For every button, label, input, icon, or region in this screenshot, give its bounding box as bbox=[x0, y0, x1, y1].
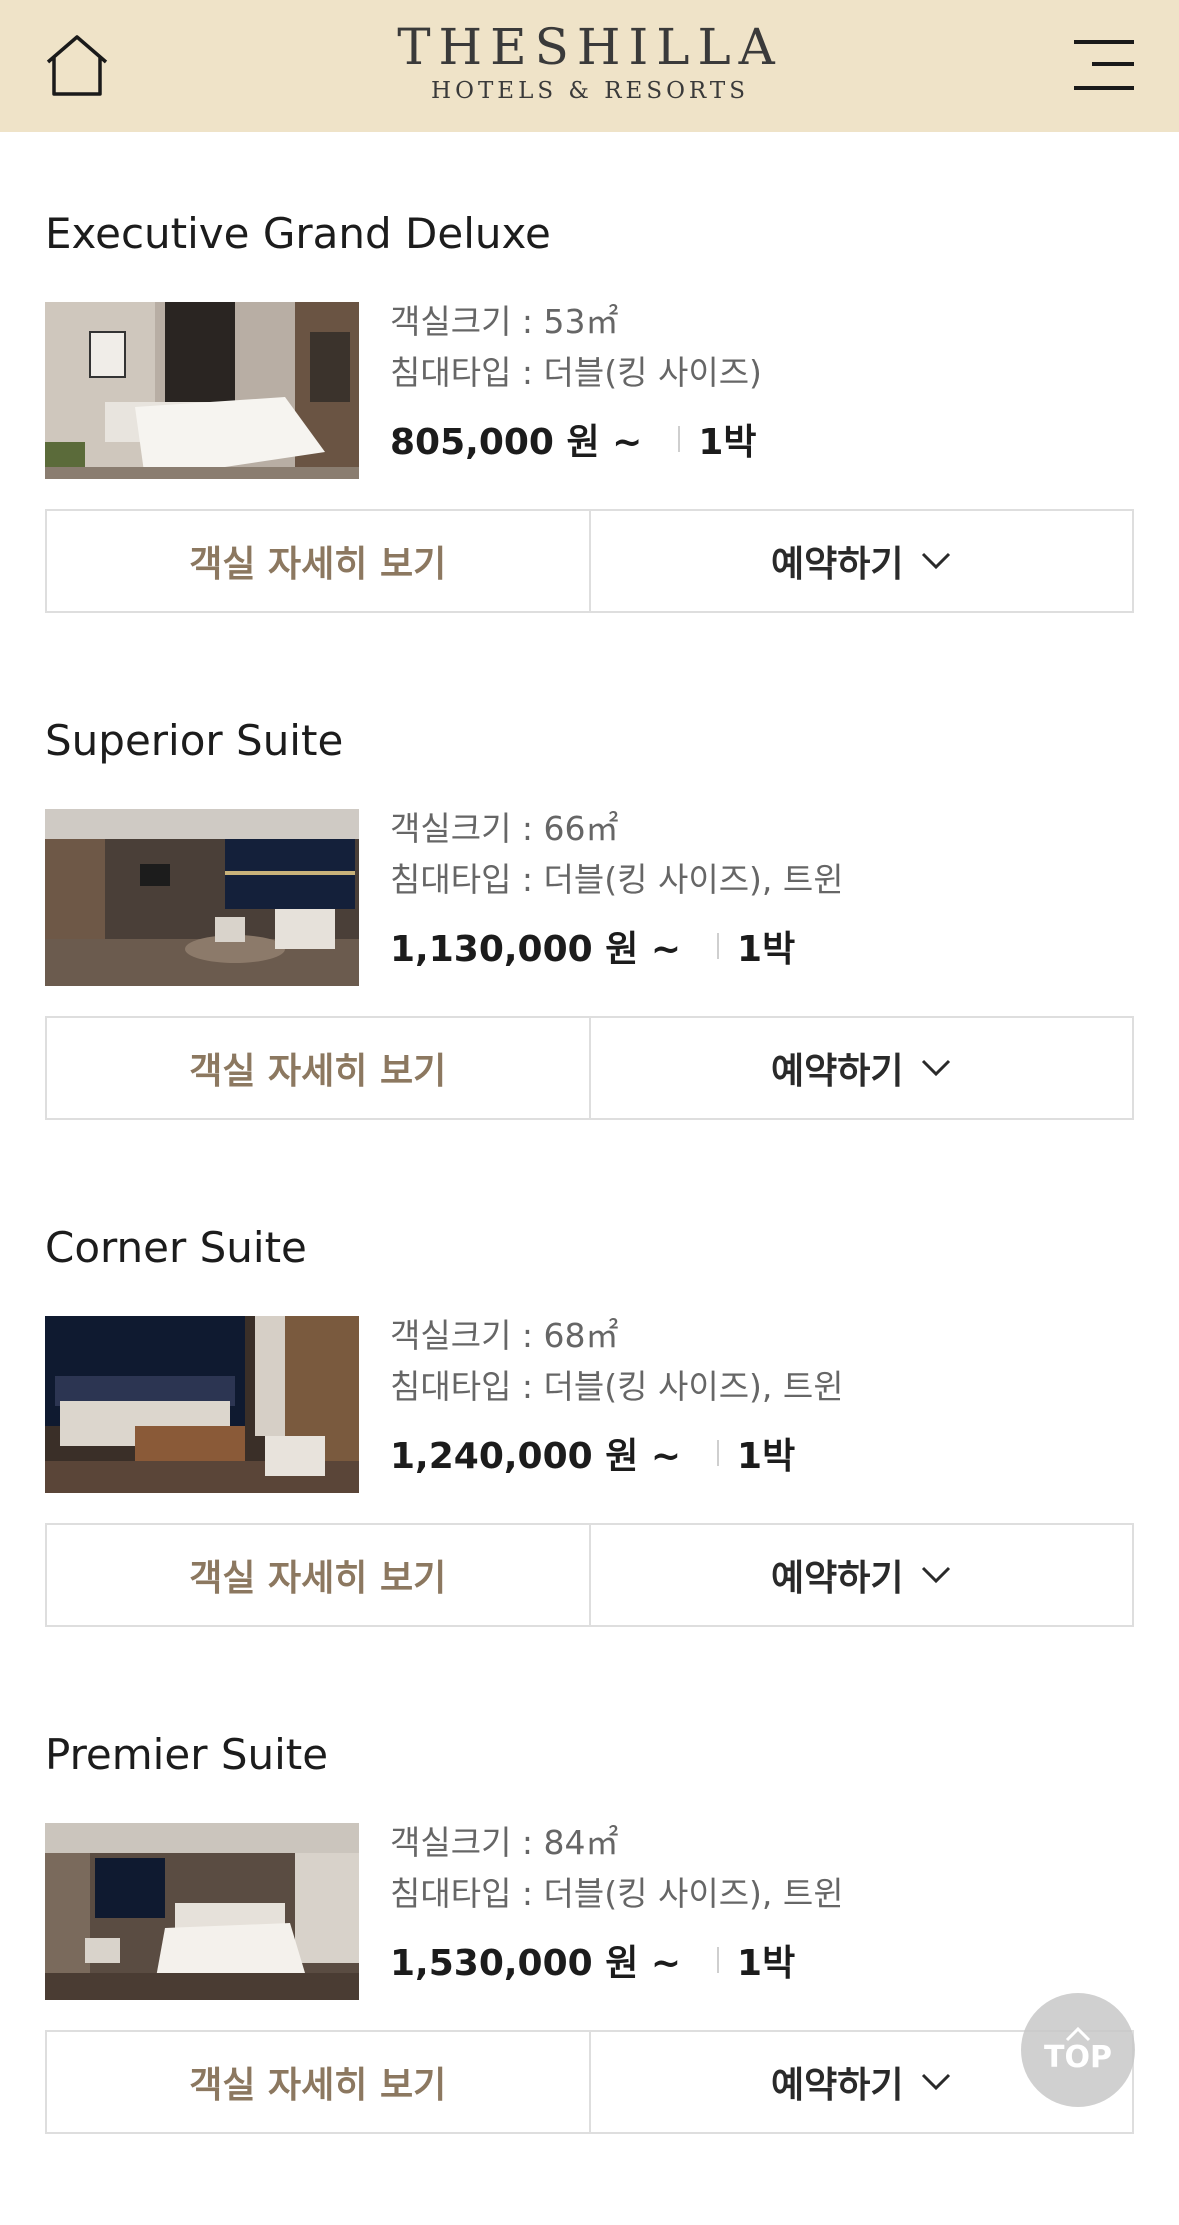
room-price: 1,130,000 원 ~ bbox=[390, 929, 682, 970]
home-button[interactable] bbox=[38, 30, 116, 100]
room-card: Superior Suite 객실크기 : 66㎡ 침대타입 : 더블(킹 사이… bbox=[0, 711, 1179, 1211]
logo-wordmark: THESHILLA bbox=[397, 18, 783, 76]
room-size: 객실크기 : 68㎡ bbox=[390, 1316, 619, 1355]
bed-type: 침대타입 : 더블(킹 사이즈), 트윈 bbox=[390, 860, 844, 899]
room-card: Premier Suite 객실크기 : 84㎡ 침대타입 : 더블(킹 사이즈… bbox=[0, 1725, 1179, 2225]
nights-label: 1박 bbox=[737, 929, 796, 970]
bed-type: 침대타입 : 더블(킹 사이즈), 트윈 bbox=[390, 1874, 844, 1913]
room-detail-button[interactable]: 객실 자세히 보기 bbox=[45, 1523, 591, 1627]
room-title: Superior Suite bbox=[45, 716, 344, 765]
divider bbox=[717, 933, 720, 959]
nights-label: 1박 bbox=[737, 1436, 796, 1477]
book-label: 예약하기 bbox=[771, 544, 904, 585]
hamburger-menu-button[interactable] bbox=[1068, 36, 1134, 96]
room-detail-button[interactable]: 객실 자세히 보기 bbox=[45, 2030, 591, 2134]
room-actions: 객실 자세히 보기 예약하기 bbox=[45, 2030, 1134, 2134]
room-detail-button[interactable]: 객실 자세히 보기 bbox=[45, 509, 591, 613]
room-title: Executive Grand Deluxe bbox=[45, 209, 551, 258]
hamburger-menu-icon bbox=[1074, 40, 1134, 44]
price-line: 1,240,000 원 ~ 1박 bbox=[390, 1428, 795, 1478]
nights-label: 1박 bbox=[737, 1943, 796, 1984]
bed-type: 침대타입 : 더블(킹 사이즈), 트윈 bbox=[390, 1367, 844, 1406]
book-label: 예약하기 bbox=[771, 2065, 904, 2106]
room-size: 객실크기 : 66㎡ bbox=[390, 809, 619, 848]
book-button[interactable]: 예약하기 bbox=[590, 1523, 1134, 1627]
logo-subtitle: HOTELS & RESORTS bbox=[431, 78, 749, 104]
chevron-down-icon bbox=[922, 2073, 951, 2091]
chevron-down-icon bbox=[922, 1059, 951, 1077]
room-photo[interactable] bbox=[45, 1316, 359, 1493]
room-size: 객실크기 : 84㎡ bbox=[390, 1823, 619, 1862]
price-line: 1,530,000 원 ~ 1박 bbox=[390, 1935, 795, 1985]
chevron-down-icon bbox=[922, 552, 951, 570]
room-photo[interactable] bbox=[45, 809, 359, 986]
divider bbox=[678, 426, 681, 452]
brand-logo[interactable]: THESHILLA HOTELS & RESORTS bbox=[370, 18, 810, 118]
room-photo[interactable] bbox=[45, 302, 359, 479]
divider bbox=[717, 1440, 720, 1466]
room-detail-button[interactable]: 객실 자세히 보기 bbox=[45, 1016, 591, 1120]
scroll-top-button[interactable]: TOP bbox=[1021, 1993, 1135, 2107]
nights-label: 1박 bbox=[698, 422, 757, 463]
room-card: Executive Grand Deluxe 객실크기 : 53㎡ 침대타입 :… bbox=[0, 204, 1179, 704]
site-header: THESHILLA HOTELS & RESORTS bbox=[0, 0, 1179, 132]
room-size: 객실크기 : 53㎡ bbox=[390, 302, 619, 341]
home-icon bbox=[46, 35, 108, 96]
price-line: 1,130,000 원 ~ 1박 bbox=[390, 921, 795, 971]
room-price: 1,530,000 원 ~ bbox=[390, 1943, 682, 1984]
price-line: 805,000 원 ~ 1박 bbox=[390, 414, 757, 464]
room-actions: 객실 자세히 보기 예약하기 bbox=[45, 1523, 1134, 1627]
room-card: Corner Suite 객실크기 : 68㎡ 침대타입 : 더블(킹 사이즈)… bbox=[0, 1218, 1179, 1718]
room-title: Premier Suite bbox=[45, 1730, 329, 1779]
room-actions: 객실 자세히 보기 예약하기 bbox=[45, 509, 1134, 613]
divider bbox=[717, 1947, 720, 1973]
room-actions: 객실 자세히 보기 예약하기 bbox=[45, 1016, 1134, 1120]
scroll-top-label: TOP bbox=[1044, 2040, 1112, 2075]
book-label: 예약하기 bbox=[771, 1558, 904, 1599]
room-title: Corner Suite bbox=[45, 1223, 307, 1272]
bed-type: 침대타입 : 더블(킹 사이즈) bbox=[390, 353, 762, 392]
book-button[interactable]: 예약하기 bbox=[590, 509, 1134, 613]
room-price: 805,000 원 ~ bbox=[390, 422, 643, 463]
book-label: 예약하기 bbox=[771, 1051, 904, 1092]
chevron-down-icon bbox=[922, 1566, 951, 1584]
room-photo[interactable] bbox=[45, 1823, 359, 2000]
book-button[interactable]: 예약하기 bbox=[590, 1016, 1134, 1120]
room-price: 1,240,000 원 ~ bbox=[390, 1436, 682, 1477]
